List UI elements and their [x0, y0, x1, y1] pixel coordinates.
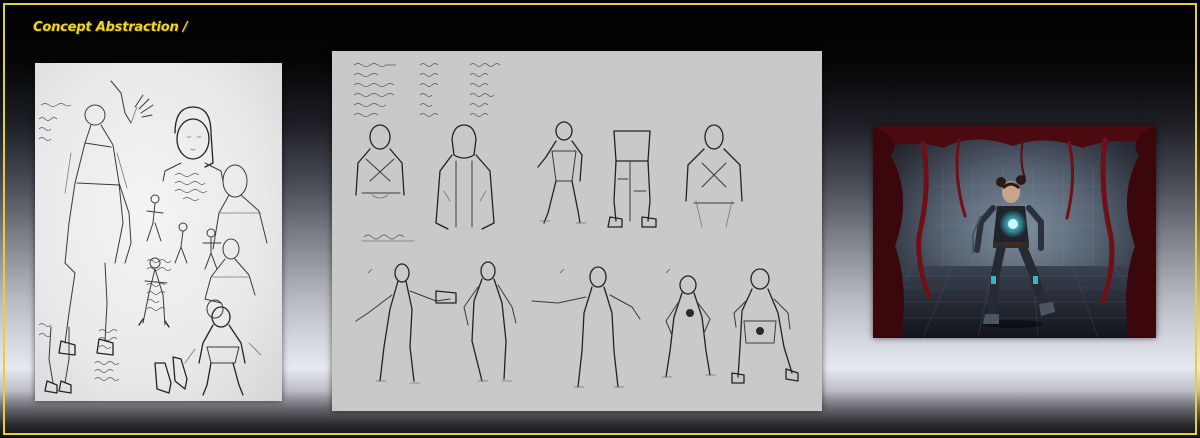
small-figure-sketches: [138, 194, 222, 328]
pencil-sketch-drawing: [38, 80, 268, 396]
clothing-study-3: [537, 121, 587, 224]
mannequin-bust-sketch: [212, 164, 268, 250]
clothing-study-4: [607, 130, 657, 228]
clothing-study-1: [355, 124, 405, 199]
pose-study-3: [531, 266, 641, 388]
handwritten-list-column-2: [419, 63, 439, 117]
clothing-study-2: [435, 124, 495, 230]
clothing-study-5: [685, 124, 743, 228]
digital-concept-sheet: [332, 51, 822, 411]
handwritten-notes-right: [174, 173, 208, 201]
armored-character-sketch: [184, 306, 262, 396]
handwritten-list-column-1: [353, 63, 396, 117]
walking-figure-sketch: [58, 104, 132, 356]
handwritten-list-column-3: [469, 63, 501, 117]
pose-study-4: [661, 268, 717, 378]
arm-and-hand-sketch: [110, 80, 154, 124]
page-title: Concept Abstraction /: [33, 20, 188, 35]
pose-study-5: [731, 268, 799, 384]
concept-sheet-drawing: [353, 63, 799, 388]
character-render-cave: [873, 126, 1156, 338]
presentation-stage: Concept Abstraction /: [0, 0, 1200, 438]
handwritten-notes-top-left: [38, 103, 72, 141]
pose-study-1: [355, 263, 457, 384]
crouching-figure-sketch: [204, 238, 256, 319]
pencil-sketch-sheet: [35, 63, 282, 401]
cave-render-drawing: [873, 126, 1156, 338]
handwritten-section-label: [361, 234, 415, 242]
pose-study-2: [463, 261, 517, 382]
portrait-sketch: [162, 106, 224, 182]
boot-detail-sketch: [94, 329, 188, 394]
